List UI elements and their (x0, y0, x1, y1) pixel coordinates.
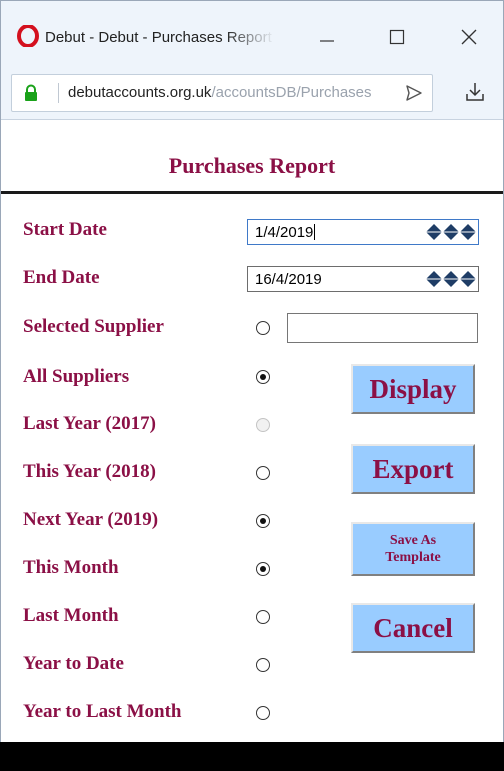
selected-supplier-radio[interactable] (256, 321, 270, 335)
download-icon[interactable] (464, 81, 486, 103)
cancel-button[interactable]: Cancel (351, 603, 475, 653)
year-to-date-radio[interactable] (256, 658, 270, 672)
last-month-radio[interactable] (256, 610, 270, 624)
date-spinner-icon[interactable] (426, 223, 476, 241)
option-label-this-month: This Month (23, 557, 119, 578)
option-label-year-to-last-month: Year to Last Month (23, 701, 182, 722)
save-as-template-line1: Save As (389, 533, 437, 548)
maximize-icon (389, 29, 405, 45)
lock-icon (25, 84, 37, 101)
option-label-year-to-date: Year to Date (23, 653, 124, 674)
minimize-icon (320, 40, 334, 42)
title-bar: Debut - Debut - Purchases Report (1, 1, 503, 67)
url-path: /accountsDB/Purchases (211, 84, 372, 101)
address-bar: debutaccounts.org.uk/accountsDB/Purchase… (1, 67, 503, 120)
option-label-this-year: This Year (2018) (23, 461, 156, 482)
last-year-radio (256, 418, 270, 432)
option-label-next-year: Next Year (2019) (23, 509, 159, 530)
supplier-input[interactable] (287, 313, 478, 343)
option-label-last-month: Last Month (23, 605, 119, 626)
send-icon[interactable] (404, 83, 424, 103)
all-suppliers-radio[interactable] (256, 370, 270, 384)
date-spinner-icon[interactable] (426, 270, 476, 288)
selected-supplier-label: Selected Supplier (23, 316, 164, 337)
page-title: Purchases Report (168, 153, 336, 178)
url-field[interactable]: debutaccounts.org.uk/accountsDB/Purchase… (11, 74, 433, 112)
save-as-template-button[interactable]: Save As Template (351, 522, 475, 576)
close-button[interactable] (441, 15, 497, 59)
close-icon (461, 29, 477, 45)
minimize-button[interactable] (299, 15, 355, 59)
start-date-label: Start Date (23, 219, 107, 240)
this-month-radio[interactable] (256, 562, 270, 576)
end-date-label: End Date (23, 267, 100, 288)
maximize-button[interactable] (369, 15, 425, 59)
header-divider (1, 191, 503, 194)
export-button[interactable]: Export (351, 444, 475, 494)
url-text: debutaccounts.org.uk/accountsDB/Purchase… (68, 84, 400, 101)
end-date-field[interactable]: 16/4/2019 (247, 266, 479, 292)
year-to-last-month-radio[interactable] (256, 706, 270, 720)
option-label-last-year: Last Year (2017) (23, 413, 156, 434)
display-button[interactable]: Display (351, 364, 475, 414)
opera-logo-icon (17, 25, 39, 47)
next-year-radio[interactable] (256, 514, 270, 528)
option-label-all-suppliers: All Suppliers (23, 366, 130, 387)
this-year-radio[interactable] (256, 466, 270, 480)
save-as-template-line2: Template (385, 550, 441, 565)
start-date-field[interactable]: 1/4/2019 (247, 219, 479, 245)
browser-window: Debut - Debut - Purchases Report debutac… (0, 0, 504, 742)
url-domain: debutaccounts.org.uk (68, 84, 212, 101)
